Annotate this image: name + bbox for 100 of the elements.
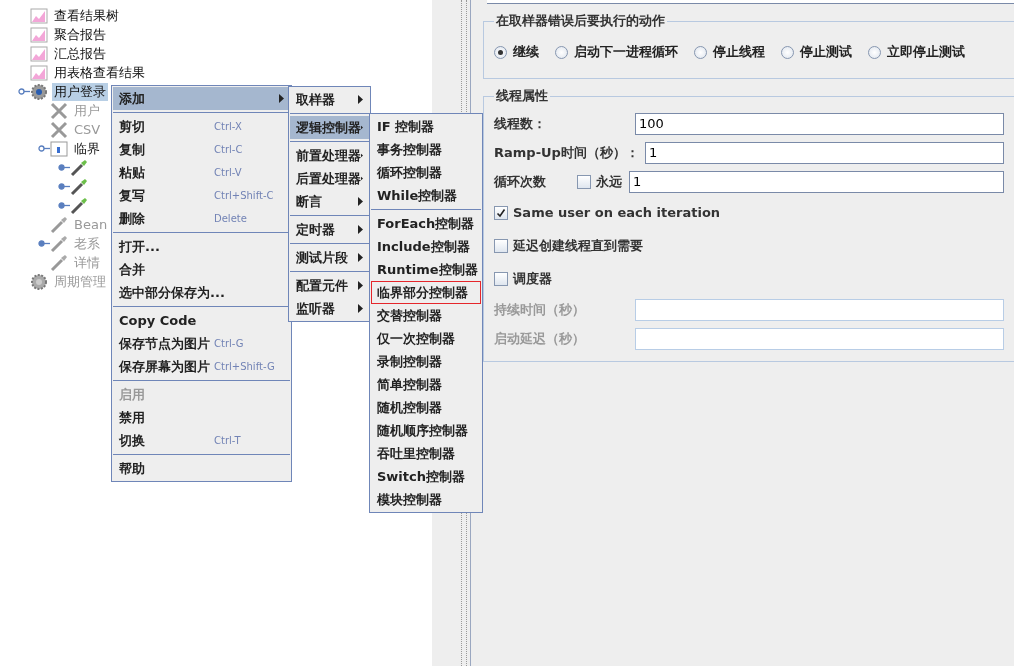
radio-option[interactable]: 停止线程 xyxy=(694,43,765,61)
radio-button[interactable] xyxy=(555,45,568,59)
menu-item[interactable]: 保存屏幕为图片 Ctrl+Shift-G xyxy=(113,355,290,378)
menu-item[interactable]: 循环控制器 xyxy=(371,161,481,184)
input-field[interactable]: 100 xyxy=(635,112,1004,135)
menu-item[interactable]: 录制控制器 xyxy=(371,350,481,373)
pipette-icon xyxy=(70,177,88,196)
pipette-icon xyxy=(50,253,68,272)
field-label: 线程数： xyxy=(494,114,547,133)
menu-item[interactable]: 仅一次控制器 xyxy=(371,327,481,350)
menu-item[interactable]: 随机控制器 xyxy=(371,396,481,419)
radio-label: 停止线程 xyxy=(713,43,765,61)
menu-item[interactable]: 监听器 xyxy=(290,297,369,320)
field-label: 循环次数 xyxy=(494,172,547,191)
tools-icon xyxy=(50,120,68,139)
tree-item[interactable]: 汇总报告 xyxy=(52,44,108,63)
menu-item[interactable]: 后置处理器 xyxy=(290,167,369,190)
expanded-toggle-icon[interactable] xyxy=(18,88,30,95)
field-label: 持续时间（秒） xyxy=(494,300,586,319)
menu-item[interactable]: 事务控制器 xyxy=(371,138,481,161)
menu-item[interactable]: Switch控制器 xyxy=(371,465,481,488)
radio-option[interactable]: 停止测试 xyxy=(781,43,852,61)
menu-item[interactable]: 临界部分控制器 xyxy=(371,281,481,304)
menu-item[interactable]: 禁用 xyxy=(113,406,290,429)
gear-icon xyxy=(30,272,48,291)
checkbox[interactable] xyxy=(494,205,508,220)
menu-item[interactable]: Runtime控制器 xyxy=(371,258,481,281)
pipette-icon xyxy=(70,158,88,177)
group-title: 线程属性 xyxy=(495,87,549,105)
menu-item[interactable]: 定时器 xyxy=(290,218,369,241)
collapsed-toggle-icon[interactable] xyxy=(58,183,70,190)
menu-item[interactable]: 逻辑控制器 xyxy=(290,116,369,139)
checkbox[interactable] xyxy=(577,174,591,189)
collapsed-toggle-icon[interactable] xyxy=(58,164,70,171)
field-label: Ramp-Up时间（秒）： xyxy=(494,143,640,162)
pipette-icon xyxy=(50,234,68,253)
menu-item[interactable]: While控制器 xyxy=(371,184,481,207)
menu-item[interactable]: 打开... xyxy=(113,235,290,258)
menu-item[interactable]: Include控制器 xyxy=(371,235,481,258)
tree-item[interactable]: 查看结果树 xyxy=(52,6,121,25)
submenu-arrow-icon xyxy=(358,304,363,313)
chart-icon xyxy=(30,7,48,24)
menu-item[interactable]: Copy Code xyxy=(113,309,290,332)
menu-item[interactable]: 取样器 xyxy=(290,88,369,111)
radio-option[interactable]: 立即停止测试 xyxy=(868,43,965,61)
checkbox-label: 调度器 xyxy=(513,269,552,288)
chart-icon xyxy=(30,45,48,62)
checkbox[interactable] xyxy=(494,271,508,286)
checkbox[interactable] xyxy=(494,238,508,253)
menu-item[interactable]: 测试片段 xyxy=(290,246,369,269)
menu-item[interactable]: 添加 xyxy=(113,87,290,110)
radio-button[interactable] xyxy=(868,45,881,59)
input-field[interactable]: 1 xyxy=(644,141,1004,164)
tree-item[interactable]: 临界 xyxy=(72,139,102,158)
radio-button[interactable] xyxy=(494,45,507,59)
expanded-toggle-icon[interactable] xyxy=(38,145,50,152)
tree-item[interactable]: 用户登录 xyxy=(52,82,108,101)
submenu-arrow-icon xyxy=(358,225,363,234)
radio-button[interactable] xyxy=(781,45,794,59)
name-field[interactable] xyxy=(487,0,1014,4)
submenu-arrow-icon xyxy=(358,197,363,206)
radio-button[interactable] xyxy=(694,45,707,59)
checkbox-label: Same user on each iteration xyxy=(513,205,721,220)
menu-item[interactable]: ForEach控制器 xyxy=(371,212,481,235)
radio-label: 停止测试 xyxy=(800,43,852,61)
menu-item[interactable]: 吞吐里控制器 xyxy=(371,442,481,465)
menu-item[interactable]: 选中部分保存为... xyxy=(113,281,290,304)
chart-icon xyxy=(30,64,48,81)
checkbox-label: 永远 xyxy=(596,172,622,191)
menu-item[interactable]: 复写 Ctrl+Shift-C xyxy=(113,184,290,207)
submenu-arrow-icon xyxy=(358,281,363,290)
menu-item[interactable]: 合并 xyxy=(113,258,290,281)
tools-icon xyxy=(50,101,68,120)
menu-item[interactable]: IF 控制器 xyxy=(371,115,481,138)
menu-item[interactable]: 前置处理器 xyxy=(290,144,369,167)
gear-icon xyxy=(30,82,48,101)
menu-item[interactable]: 复制 Ctrl-C xyxy=(113,138,290,161)
tree-item[interactable]: 聚合报告 xyxy=(52,25,108,44)
submenu-arrow-icon xyxy=(279,94,284,103)
chart-icon xyxy=(30,26,48,43)
menu-item[interactable]: 简单控制器 xyxy=(371,373,481,396)
group-title: 在取样器错误后要执行的动作 xyxy=(495,12,666,30)
pipette-icon xyxy=(50,215,68,234)
menu-item[interactable]: 帮助 xyxy=(113,457,290,480)
menu-item[interactable]: 粘贴 Ctrl-V xyxy=(113,161,290,184)
menu-item[interactable]: 剪切 Ctrl-X xyxy=(113,115,290,138)
radio-option[interactable]: 继续 xyxy=(494,43,539,61)
menu-item[interactable]: 交替控制器 xyxy=(371,304,481,327)
radio-option[interactable]: 启动下一进程循环 xyxy=(555,43,678,61)
menu-item[interactable]: 随机顺序控制器 xyxy=(371,419,481,442)
menu-item[interactable]: 切换 Ctrl-T xyxy=(113,429,290,452)
menu-item[interactable]: 断言 xyxy=(290,190,369,213)
tree-item[interactable]: 用表格查看结果 xyxy=(52,63,147,82)
menu-item[interactable]: 模块控制器 xyxy=(371,488,481,511)
input-field[interactable]: 1 xyxy=(629,170,1004,193)
collapsed-toggle-icon[interactable] xyxy=(58,202,70,209)
radio-label: 启动下一进程循环 xyxy=(574,43,678,61)
menu-item[interactable]: 配置元件 xyxy=(290,274,369,297)
menu-item[interactable]: 保存节点为图片 Ctrl-G xyxy=(113,332,290,355)
menu-item[interactable]: 删除 Delete xyxy=(113,207,290,230)
